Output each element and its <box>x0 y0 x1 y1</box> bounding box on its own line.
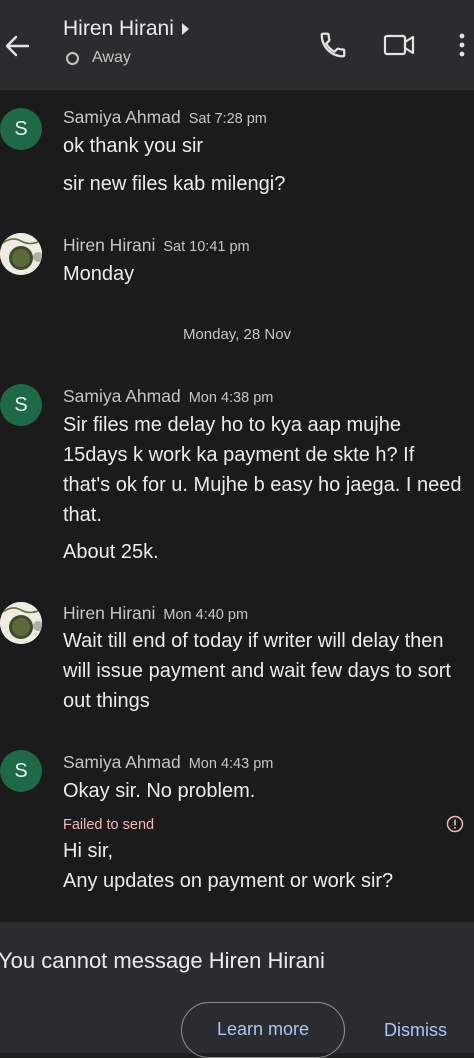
phone-icon <box>320 32 346 58</box>
message-time: Sat 7:28 pm <box>188 111 267 127</box>
blocked-banner: You cannot message Hiren Hirani Learn mo… <box>0 922 474 1058</box>
chevron-right-icon[interactable] <box>181 23 189 35</box>
sender-name: Hiren Hirani <box>63 235 156 255</box>
back-button[interactable] <box>4 28 30 64</box>
failed-to-send-label[interactable]: Failed to send <box>63 817 154 833</box>
message-meta: Hiren Hirani Sat 10:41 pm <box>63 235 250 256</box>
message-text[interactable]: ok thank you sir <box>63 131 463 161</box>
message-time: Mon 4:38 pm <box>188 390 274 406</box>
failed-message-text[interactable]: Any updates on payment or work sir? <box>63 866 463 896</box>
message-text[interactable]: Sir files me delay ho to kya aap mujhe 1… <box>63 410 463 530</box>
message-meta: Samiya Ahmad Mon 4:43 pm <box>63 752 273 773</box>
sender-name: Samiya Ahmad <box>63 107 181 127</box>
message-meta: Samiya Ahmad Sat 7:28 pm <box>63 107 267 128</box>
contact-info[interactable]: Hiren Hirani Away <box>63 17 189 67</box>
message-time: Mon 4:40 pm <box>163 607 249 623</box>
cannot-message-notice: You cannot message Hiren Hirani <box>0 948 325 973</box>
voice-call-button[interactable] <box>318 30 348 60</box>
message-meta: Samiya Ahmad Mon 4:38 pm <box>63 386 273 407</box>
avatar[interactable]: S <box>0 750 42 792</box>
learn-more-button[interactable]: Learn more <box>181 1002 345 1058</box>
avatar-image <box>0 602 42 644</box>
failed-message-text[interactable]: Hi sir, <box>63 836 463 866</box>
more-options-button[interactable] <box>455 28 469 62</box>
dismiss-button[interactable]: Dismiss <box>384 1020 447 1041</box>
avatar-image <box>0 233 42 275</box>
avatar[interactable] <box>0 233 42 275</box>
message-text[interactable]: Okay sir. No problem. <box>63 776 463 806</box>
video-camera-icon <box>383 34 415 56</box>
avatar[interactable] <box>0 602 42 644</box>
message-text[interactable]: About 25k. <box>63 537 463 567</box>
more-vert-icon <box>459 33 465 57</box>
message-text[interactable]: Monday <box>63 259 463 289</box>
message-text[interactable]: Wait till end of today if writer will de… <box>63 626 463 716</box>
error-icon[interactable] <box>446 815 464 833</box>
sender-name: Samiya Ahmad <box>63 386 181 406</box>
date-separator: Monday, 28 Nov <box>182 326 292 343</box>
conversation-header: Hiren Hirani Away <box>0 0 474 90</box>
message-time: Mon 4:43 pm <box>188 756 274 772</box>
message-list[interactable]: S Samiya Ahmad Sat 7:28 pm ok thank you s… <box>0 90 474 922</box>
status-circle-icon <box>66 51 79 65</box>
avatar[interactable]: S <box>0 108 42 150</box>
sender-name: Samiya Ahmad <box>63 752 181 772</box>
sender-name: Hiren Hirani <box>63 603 156 623</box>
message-meta: Hiren Hirani Mon 4:40 pm <box>63 603 248 624</box>
avatar[interactable]: S <box>0 384 42 426</box>
message-time: Sat 10:41 pm <box>163 239 250 255</box>
message-text[interactable]: sir new files kab milengi? <box>63 169 463 199</box>
contact-name[interactable]: Hiren Hirani <box>63 17 174 41</box>
video-call-button[interactable] <box>383 32 415 58</box>
presence-status: Away <box>92 49 131 66</box>
back-arrow-icon <box>5 35 30 57</box>
